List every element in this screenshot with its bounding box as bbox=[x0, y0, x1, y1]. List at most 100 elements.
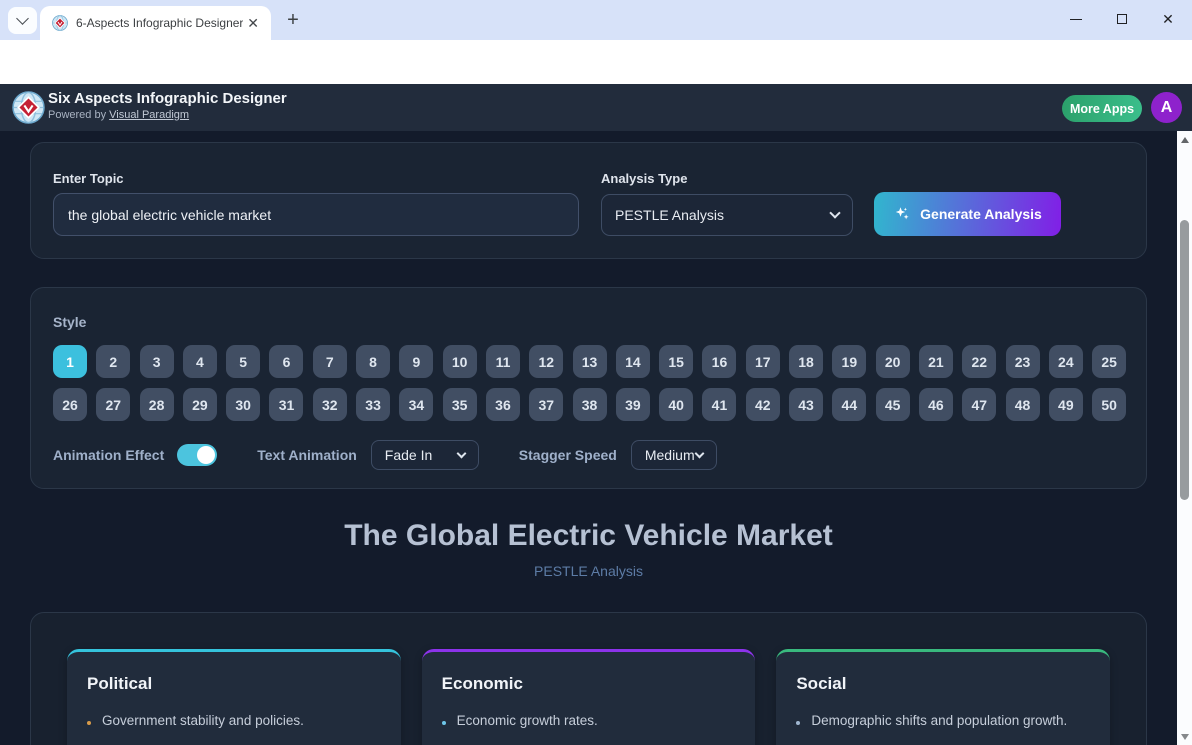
card-title: Economic bbox=[442, 674, 736, 694]
scroll-down-button[interactable] bbox=[1177, 729, 1192, 744]
style-option-41[interactable]: 41 bbox=[702, 388, 736, 421]
window-minimize-button[interactable] bbox=[1053, 0, 1099, 38]
tab-search-button[interactable] bbox=[8, 7, 37, 34]
card-item-text: Demographic shifts and population growth… bbox=[811, 713, 1067, 728]
style-option-34[interactable]: 34 bbox=[399, 388, 433, 421]
style-option-28[interactable]: 28 bbox=[140, 388, 174, 421]
analysis-type-label: Analysis Type bbox=[601, 171, 687, 186]
text-animation-select[interactable]: Fade In bbox=[371, 440, 479, 470]
style-option-6[interactable]: 6 bbox=[269, 345, 303, 378]
style-option-25[interactable]: 25 bbox=[1092, 345, 1126, 378]
analysis-type-select[interactable]: PESTLE Analysis bbox=[601, 194, 853, 236]
window-close-button[interactable]: ✕ bbox=[1145, 0, 1191, 38]
stagger-speed-select[interactable]: Medium bbox=[631, 440, 717, 470]
style-option-35[interactable]: 35 bbox=[443, 388, 477, 421]
style-option-38[interactable]: 38 bbox=[573, 388, 607, 421]
style-option-16[interactable]: 16 bbox=[702, 345, 736, 378]
visual-paradigm-link[interactable]: Visual Paradigm bbox=[109, 109, 189, 121]
favicon-visual-paradigm bbox=[52, 15, 68, 31]
style-option-40[interactable]: 40 bbox=[659, 388, 693, 421]
style-option-45[interactable]: 45 bbox=[876, 388, 910, 421]
page-scrollbar[interactable] bbox=[1177, 131, 1192, 745]
app-title: Six Aspects Infographic Designer bbox=[48, 90, 287, 107]
bullet-icon bbox=[442, 721, 446, 725]
chevron-down-icon bbox=[829, 207, 840, 218]
style-option-23[interactable]: 23 bbox=[1006, 345, 1040, 378]
visual-paradigm-logo bbox=[12, 91, 45, 124]
minimize-icon bbox=[1070, 19, 1082, 20]
style-option-32[interactable]: 32 bbox=[313, 388, 347, 421]
result-panel: PoliticalGovernment stability and polici… bbox=[30, 612, 1147, 745]
card-item: Economic growth rates. bbox=[442, 713, 736, 728]
browser-tab[interactable]: 6-Aspects Infographic Designer ✕ bbox=[40, 6, 271, 40]
style-option-46[interactable]: 46 bbox=[919, 388, 953, 421]
style-option-10[interactable]: 10 bbox=[443, 345, 477, 378]
style-option-33[interactable]: 33 bbox=[356, 388, 390, 421]
style-option-21[interactable]: 21 bbox=[919, 345, 953, 378]
aspect-cards: PoliticalGovernment stability and polici… bbox=[31, 613, 1146, 745]
style-option-42[interactable]: 42 bbox=[746, 388, 780, 421]
style-option-9[interactable]: 9 bbox=[399, 345, 433, 378]
chevron-down-icon bbox=[694, 448, 704, 458]
style-grid: 1234567891011121314151617181920212223242… bbox=[53, 345, 1133, 421]
window-maximize-button[interactable] bbox=[1099, 0, 1145, 38]
style-option-29[interactable]: 29 bbox=[183, 388, 217, 421]
topic-panel: Enter Topic Analysis Type PESTLE Analysi… bbox=[30, 142, 1147, 259]
arrow-down-icon bbox=[1181, 734, 1189, 740]
card-item-text: Economic growth rates. bbox=[457, 713, 598, 728]
style-option-15[interactable]: 15 bbox=[659, 345, 693, 378]
style-option-11[interactable]: 11 bbox=[486, 345, 520, 378]
style-option-5[interactable]: 5 bbox=[226, 345, 260, 378]
scrollbar-thumb[interactable] bbox=[1180, 220, 1189, 500]
style-option-49[interactable]: 49 bbox=[1049, 388, 1083, 421]
style-option-17[interactable]: 17 bbox=[746, 345, 780, 378]
chevron-down-icon bbox=[16, 12, 29, 25]
style-option-26[interactable]: 26 bbox=[53, 388, 87, 421]
more-apps-button[interactable]: More Apps bbox=[1062, 95, 1142, 122]
style-option-48[interactable]: 48 bbox=[1006, 388, 1040, 421]
animation-effect-toggle[interactable] bbox=[177, 444, 217, 466]
style-option-19[interactable]: 19 bbox=[832, 345, 866, 378]
style-option-27[interactable]: 27 bbox=[96, 388, 130, 421]
style-option-47[interactable]: 47 bbox=[962, 388, 996, 421]
infographic-title: The Global Electric Vehicle Market bbox=[0, 519, 1177, 553]
style-option-8[interactable]: 8 bbox=[356, 345, 390, 378]
style-option-12[interactable]: 12 bbox=[529, 345, 563, 378]
style-option-3[interactable]: 3 bbox=[140, 345, 174, 378]
card-item: Government stability and policies. bbox=[87, 713, 381, 728]
style-option-14[interactable]: 14 bbox=[616, 345, 650, 378]
style-option-2[interactable]: 2 bbox=[96, 345, 130, 378]
style-option-18[interactable]: 18 bbox=[789, 345, 823, 378]
style-option-20[interactable]: 20 bbox=[876, 345, 910, 378]
style-option-50[interactable]: 50 bbox=[1092, 388, 1126, 421]
tab-close-icon[interactable]: ✕ bbox=[243, 15, 263, 32]
stagger-speed-value: Medium bbox=[645, 447, 695, 463]
maximize-icon bbox=[1117, 14, 1127, 24]
style-option-1[interactable]: 1 bbox=[53, 345, 87, 378]
style-option-31[interactable]: 31 bbox=[269, 388, 303, 421]
style-option-7[interactable]: 7 bbox=[313, 345, 347, 378]
scroll-up-button[interactable] bbox=[1177, 132, 1192, 147]
arrow-up-icon bbox=[1181, 137, 1189, 143]
style-option-13[interactable]: 13 bbox=[573, 345, 607, 378]
style-option-43[interactable]: 43 bbox=[789, 388, 823, 421]
topic-input[interactable] bbox=[53, 193, 579, 236]
style-option-24[interactable]: 24 bbox=[1049, 345, 1083, 378]
user-avatar[interactable]: A bbox=[1151, 92, 1182, 123]
main-content: Enter Topic Analysis Type PESTLE Analysi… bbox=[0, 131, 1192, 745]
style-option-39[interactable]: 39 bbox=[616, 388, 650, 421]
analysis-type-value: PESTLE Analysis bbox=[615, 207, 724, 223]
style-option-22[interactable]: 22 bbox=[962, 345, 996, 378]
stagger-speed-label: Stagger Speed bbox=[519, 447, 617, 463]
style-option-30[interactable]: 30 bbox=[226, 388, 260, 421]
style-option-36[interactable]: 36 bbox=[486, 388, 520, 421]
style-option-4[interactable]: 4 bbox=[183, 345, 217, 378]
style-option-37[interactable]: 37 bbox=[529, 388, 563, 421]
generate-analysis-button[interactable]: Generate Analysis bbox=[874, 192, 1061, 236]
aspect-card-political: PoliticalGovernment stability and polici… bbox=[67, 649, 401, 745]
new-tab-button[interactable]: + bbox=[281, 8, 305, 32]
style-option-44[interactable]: 44 bbox=[832, 388, 866, 421]
text-animation-label: Text Animation bbox=[257, 447, 357, 463]
card-title: Social bbox=[796, 674, 1090, 694]
generate-analysis-label: Generate Analysis bbox=[920, 206, 1042, 222]
